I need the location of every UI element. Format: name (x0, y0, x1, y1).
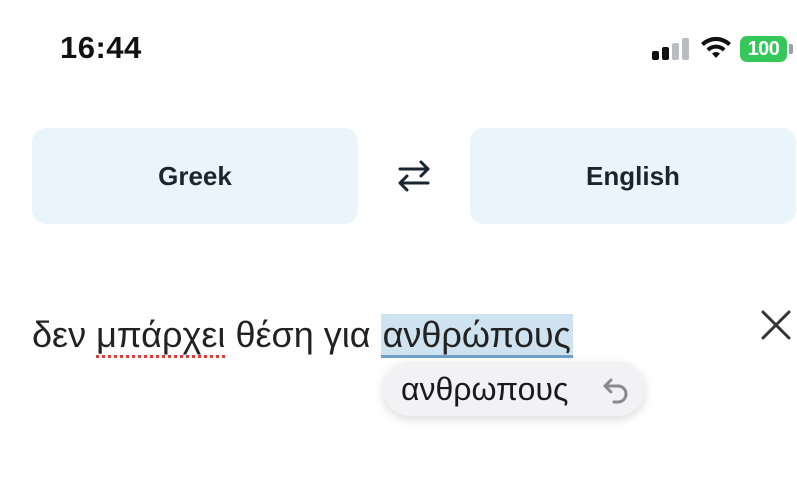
swap-languages-icon[interactable] (390, 152, 438, 200)
undo-icon (603, 378, 628, 404)
input-word: δεν (32, 314, 87, 355)
suggestion-text: ανθρωπους (401, 370, 569, 407)
battery-indicator: 100 (740, 36, 787, 62)
autocorrect-suggestion[interactable]: ανθρωπους (383, 362, 645, 416)
target-language-button[interactable]: English (470, 128, 796, 224)
wifi-icon (701, 36, 731, 58)
misspelled-word[interactable]: μπάρχει (96, 314, 225, 355)
selected-word[interactable]: ανθρώπους (380, 314, 573, 358)
source-language-button[interactable]: Greek (32, 128, 358, 224)
translate-screen: 16:44 100 Greek English δεν μπάρχει θέση… (0, 0, 797, 503)
close-icon[interactable] (758, 307, 794, 343)
battery-level: 100 (747, 37, 780, 60)
target-language-label: English (586, 160, 680, 191)
input-word: θέση (235, 314, 314, 355)
source-language-label: Greek (158, 160, 232, 191)
input-word: για (323, 314, 371, 355)
status-time: 16:44 (60, 30, 142, 65)
translation-input[interactable]: δεν μπάρχει θέση για ανθρώπους (32, 312, 573, 358)
cellular-signal-icon (652, 38, 690, 60)
battery-cap (789, 44, 793, 54)
